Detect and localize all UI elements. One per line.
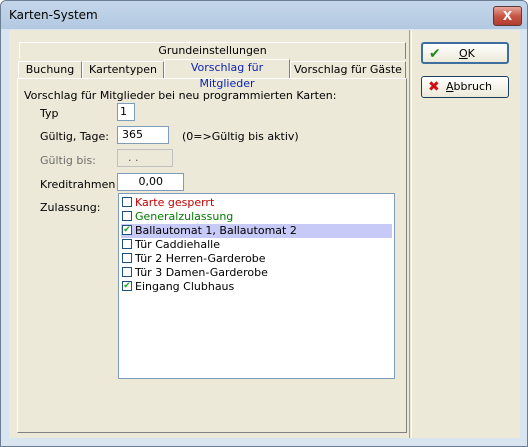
list-item-label: Generalzulassung	[135, 210, 234, 223]
settings-panel: Grundeinstellungen Buchung Kartentypen V…	[9, 30, 410, 438]
checkbox[interactable]	[122, 197, 132, 207]
tab-label: Vorschlag für Gäste	[294, 63, 402, 76]
tab-vorschlag-gaeste[interactable]: Vorschlag für Gäste	[290, 61, 406, 78]
dialog-client: Grundeinstellungen Buchung Kartentypen V…	[9, 30, 520, 438]
tab-label: Buchung	[25, 63, 75, 76]
checkbox[interactable]: ✔	[122, 281, 132, 291]
tab-label: Kartentypen	[89, 63, 157, 76]
close-icon: X	[502, 9, 513, 23]
tab-grundeinstellungen[interactable]: Grundeinstellungen	[19, 42, 406, 59]
gueltig-tage-hint: (0=>Gültig bis aktiv)	[182, 130, 299, 143]
typ-label: Typ	[40, 107, 59, 120]
list-item-label: Tür 2 Herren-Garderobe	[135, 252, 266, 265]
abbruch-label: Abbruch	[446, 80, 493, 93]
list-item-tuer-herren[interactable]: Tür 2 Herren-Garderobe	[121, 252, 392, 266]
list-item-ballautomat[interactable]: ✔ Ballautomat 1, Ballautomat 2	[121, 224, 392, 238]
gueltig-bis-input: . .	[117, 149, 173, 167]
zulassung-label: Zulassung:	[40, 201, 101, 214]
checkbox[interactable]	[122, 267, 132, 277]
tab-label: Vorschlag für Mitglieder	[190, 61, 264, 90]
window-title: Karten-System	[9, 8, 98, 22]
list-item-generalzulassung[interactable]: Generalzulassung	[121, 210, 392, 224]
list-item-label: Tür 3 Damen-Garderobe	[135, 266, 268, 279]
tab-buchung[interactable]: Buchung	[18, 61, 82, 78]
form-heading: Vorschlag für Mitglieder bei neu program…	[24, 89, 337, 102]
tab-kartentypen[interactable]: Kartentypen	[82, 61, 164, 78]
button-panel: ✔ OK ✖ Abbruch	[411, 30, 520, 438]
typ-input[interactable]: 1	[117, 103, 135, 121]
checkbox[interactable]	[122, 211, 132, 221]
ok-button[interactable]: ✔ OK	[421, 42, 509, 64]
title-bar[interactable]: Karten-System X	[1, 1, 527, 29]
list-item-label: Eingang Clubhaus	[135, 280, 235, 293]
dialog-window: Karten-System X Grundeinstellungen Buchu…	[0, 0, 528, 447]
gueltig-tage-label: Gültig, Tage:	[40, 130, 109, 143]
gueltig-bis-label: Gültig bis:	[40, 154, 96, 167]
list-item-label: Tür Caddiehalle	[135, 238, 221, 251]
tab-vorschlag-mitglieder[interactable]: Vorschlag für Mitglieder	[164, 59, 290, 90]
checkbox[interactable]: ✔	[122, 225, 132, 235]
checkbox[interactable]	[122, 253, 132, 263]
abbruch-button[interactable]: ✖ Abbruch	[421, 76, 509, 98]
kreditrahmen-label: Kreditrahmen	[40, 178, 116, 191]
cross-icon: ✖	[428, 79, 440, 95]
list-item-karte-gesperrt[interactable]: Karte gesperrt	[121, 196, 392, 210]
list-item-label: Karte gesperrt	[135, 196, 215, 209]
ok-label: OK	[459, 47, 475, 60]
zulassung-listbox[interactable]: Karte gesperrt Generalzulassung ✔ Ballau…	[118, 193, 395, 379]
list-item-tuer-caddiehalle[interactable]: Tür Caddiehalle	[121, 238, 392, 252]
check-icon: ✔	[429, 46, 441, 62]
gueltig-tage-input[interactable]: 365	[117, 126, 169, 144]
tab-label: Grundeinstellungen	[158, 44, 267, 57]
list-item-eingang-clubhaus[interactable]: ✔ Eingang Clubhaus	[121, 280, 392, 294]
kreditrahmen-input[interactable]: 0,00	[117, 173, 184, 191]
list-item-label: Ballautomat 1, Ballautomat 2	[135, 224, 297, 237]
checkbox[interactable]	[122, 239, 132, 249]
list-item-tuer-damen[interactable]: Tür 3 Damen-Garderobe	[121, 266, 392, 280]
close-button[interactable]: X	[493, 6, 522, 26]
